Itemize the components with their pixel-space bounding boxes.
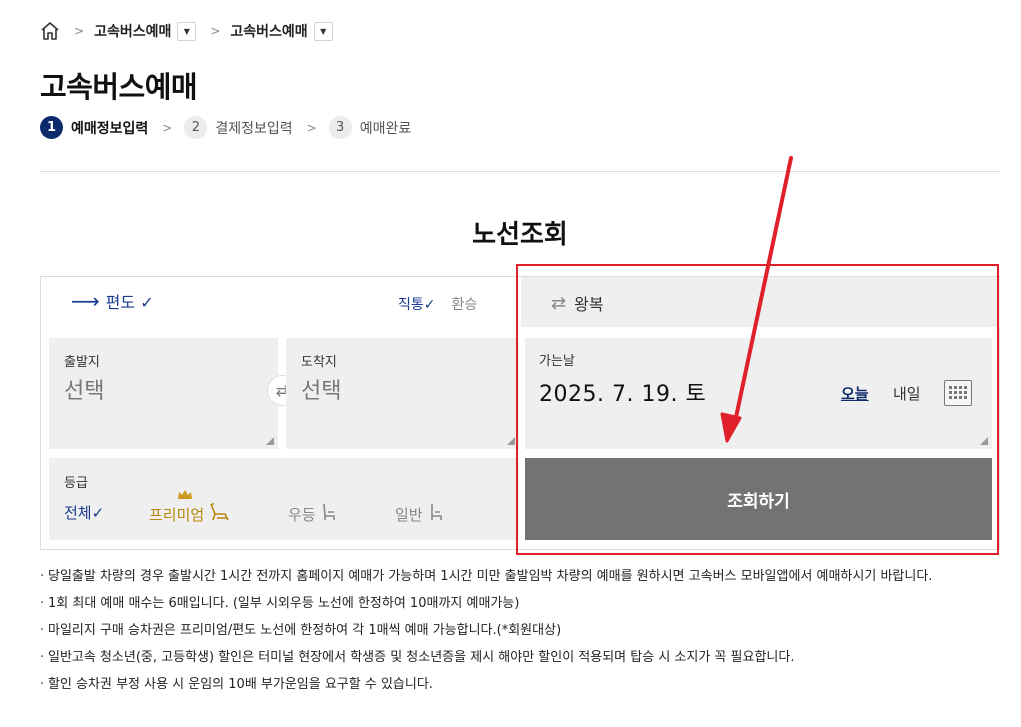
arrival-value: 선택 — [301, 379, 342, 404]
highlight-box — [516, 264, 999, 555]
grade-option-deluxe-label: 우등 — [288, 505, 316, 524]
breadcrumb-item-1[interactable]: 고속버스예매 — [94, 21, 171, 41]
section-title: 노선조회 — [472, 220, 568, 250]
step-1-number: 1 — [40, 116, 63, 139]
tab-oneway-label: 편도 ✓ — [105, 293, 154, 312]
grade-option-normal-label: 일반 — [395, 505, 423, 524]
chevron-down-icon[interactable]: ▼ — [313, 21, 333, 41]
grade-option-normal[interactable]: 일반 — [395, 502, 447, 526]
arrow-right-icon: ⟶ — [71, 289, 100, 313]
chevron-right-icon: > — [210, 24, 221, 38]
arrival-label: 도착지 — [301, 355, 337, 370]
seat-icon — [427, 502, 447, 526]
route-type-options: 직통✓ 환승 — [398, 294, 477, 314]
notice-item: 마일리지 구매 승차권은 프리미엄/편도 노선에 한정하여 각 1매씩 예매 가… — [40, 620, 1000, 641]
grade-option-all[interactable]: 전체✓ — [64, 502, 104, 523]
chevron-down-icon[interactable]: ▼ — [177, 21, 197, 41]
corner-triangle-icon — [266, 437, 274, 445]
step-2-label: 결제정보입력 — [215, 120, 293, 137]
notice-item: 일반고속 청소년(중, 고등학생) 할인은 터미널 현장에서 학생증 및 청소년… — [40, 647, 1000, 668]
seat-icon — [320, 502, 340, 526]
notice-item: 1회 최대 예매 매수는 6매입니다. (일부 시외우등 노선에 한정하여 10… — [40, 593, 1000, 614]
grade-option-premium[interactable]: 프리미엄 — [149, 502, 230, 526]
step-2-number: 2 — [184, 116, 208, 139]
divider — [40, 171, 1000, 172]
grade-option-premium-label: 프리미엄 — [149, 505, 205, 524]
home-icon[interactable] — [40, 21, 60, 41]
notice-item: 할인 승차권 부정 사용 시 운임의 10배 부가운임을 요구할 수 있습니다. — [40, 674, 1000, 695]
page-title: 고속버스예매 — [40, 70, 198, 104]
option-transfer[interactable]: 환승 — [452, 294, 478, 314]
chevron-right-icon: > — [74, 24, 85, 38]
breadcrumb: > 고속버스예매 ▼ > 고속버스예매 ▼ — [40, 20, 333, 42]
breadcrumb-item-2[interactable]: 고속버스예매 — [230, 21, 307, 41]
seat-icon — [208, 502, 230, 526]
notice-list: 당일출발 차량의 경우 출발시간 1시간 전까지 홈페이지 예매가 가능하며 1… — [40, 566, 1000, 701]
departure-value: 선택 — [64, 379, 105, 404]
chevron-right-icon: > — [306, 120, 317, 135]
grade-label: 등급 — [64, 476, 88, 491]
step-3-label: 예매완료 — [359, 120, 412, 137]
option-direct[interactable]: 직통✓ — [398, 294, 436, 314]
step-indicator: 1 예매정보입력 > 2 결제정보입력 > 3 예매완료 — [40, 116, 411, 139]
tab-oneway[interactable]: ⟶ 편도 ✓ — [71, 289, 154, 313]
notice-item: 당일출발 차량의 경우 출발시간 1시간 전까지 홈페이지 예매가 가능하며 1… — [40, 566, 1000, 587]
departure-field[interactable]: 출발지 선택 — [49, 338, 278, 449]
grade-option-deluxe[interactable]: 우등 — [288, 502, 340, 526]
corner-triangle-icon — [507, 437, 515, 445]
step-3-number: 3 — [328, 116, 352, 139]
step-1-label: 예매정보입력 — [71, 120, 149, 137]
chevron-right-icon: > — [162, 120, 173, 135]
arrival-field[interactable]: 도착지 선택 — [286, 338, 519, 449]
departure-label: 출발지 — [64, 355, 100, 370]
grade-selector: 등급 전체✓ 프리미엄 우등 일반 — [49, 458, 519, 540]
